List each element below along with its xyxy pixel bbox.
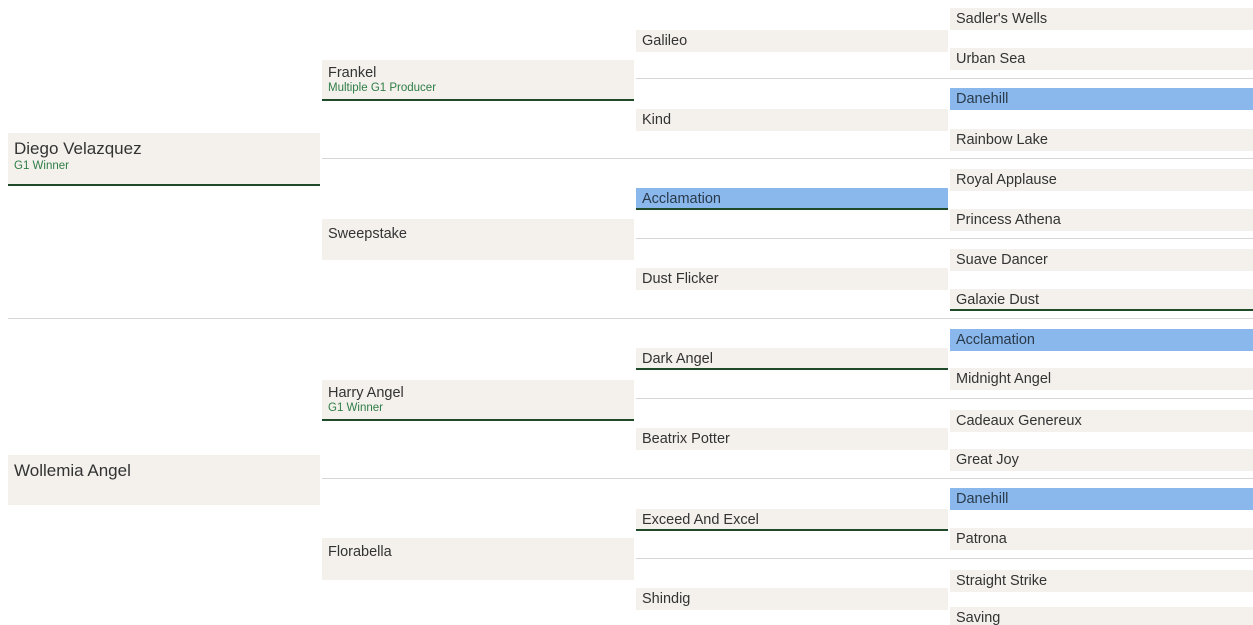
horse-name: Diego Velazquez [14,139,142,158]
horse-name: Acclamation [956,332,1035,348]
pedigree-horse-gen4[interactable]: Royal Applause [950,169,1253,191]
horse-name: Exceed And Excel [642,512,759,528]
pedigree-horse-gen3[interactable]: Acclamation [636,188,948,210]
pedigree-horse-gen2[interactable]: Harry Angel G1 Winner [322,380,634,421]
horse-name: Royal Applause [956,172,1057,188]
pedigree-horse-gen4[interactable]: Cadeaux Genereux [950,410,1253,432]
horse-name: Suave Dancer [956,252,1048,268]
separator [636,78,1253,79]
pedigree-horse-gen4[interactable]: Danehill [950,88,1253,110]
horse-note: Multiple G1 Producer [328,82,437,94]
horse-name: Galaxie Dust [956,292,1040,308]
pedigree-horse-gen4[interactable]: Saving [950,607,1253,625]
separator [636,558,1253,559]
pedigree-horse-gen4[interactable]: Danehill [950,488,1253,510]
pedigree-horse-gen1-dam[interactable]: Wollemia Angel [8,455,320,505]
horse-name: Urban Sea [956,51,1026,67]
horse-name: Great Joy [956,452,1019,468]
horse-name: Rainbow Lake [956,132,1048,148]
pedigree-horse-gen3[interactable]: Shindig [636,588,948,610]
pedigree-horse-gen2[interactable]: Frankel Multiple G1 Producer [322,60,634,101]
horse-name: Acclamation [642,191,721,207]
horse-name: Saving [956,610,1001,625]
pedigree-horse-gen3[interactable]: Exceed And Excel [636,509,948,531]
pedigree-horse-gen3[interactable]: Galileo [636,30,948,52]
horse-note: G1 Winner [14,160,69,172]
pedigree-horse-gen4[interactable]: Acclamation [950,329,1253,351]
pedigree-horse-gen4[interactable]: Princess Athena [950,209,1253,231]
separator [322,478,1253,479]
horse-name: Dark Angel [642,351,713,367]
horse-name: Straight Strike [956,573,1048,589]
pedigree-horse-gen3[interactable]: Dust Flicker [636,268,948,290]
pedigree-horse-gen4[interactable]: Great Joy [950,449,1253,471]
horse-name: Danehill [956,91,1009,107]
horse-name: Sadler's Wells [956,11,1048,27]
separator [636,238,1253,239]
pedigree-horse-gen4[interactable]: Rainbow Lake [950,129,1253,151]
pedigree-horse-gen4[interactable]: Straight Strike [950,570,1253,592]
horse-note: G1 Winner [328,402,383,414]
horse-name: Cadeaux Genereux [956,413,1082,429]
horse-name: Shindig [642,591,691,607]
pedigree-horse-gen4[interactable]: Midnight Angel [950,368,1253,390]
pedigree-horse-gen2[interactable]: Florabella [322,538,634,580]
separator [8,318,1253,319]
horse-name: Princess Athena [956,212,1061,228]
horse-name: Florabella [328,544,392,560]
pedigree-horse-gen2[interactable]: Sweepstake [322,219,634,260]
pedigree-horse-gen3[interactable]: Kind [636,109,948,131]
horse-name: Patrona [956,531,1007,547]
horse-name: Midnight Angel [956,371,1052,387]
horse-name: Harry Angel [328,385,404,401]
pedigree-horse-gen3[interactable]: Dark Angel [636,348,948,370]
pedigree-horse-gen3[interactable]: Beatrix Potter [636,428,948,450]
horse-name: Galileo [642,33,688,49]
pedigree-horse-gen4[interactable]: Urban Sea [950,48,1253,70]
separator [636,398,1253,399]
horse-name: Sweepstake [328,226,407,242]
pedigree-horse-gen4[interactable]: Suave Dancer [950,249,1253,271]
horse-name: Kind [642,112,672,128]
horse-name: Beatrix Potter [642,431,730,447]
pedigree-horse-gen4[interactable]: Sadler's Wells [950,8,1253,30]
horse-name: Frankel [328,65,377,81]
horse-name: Dust Flicker [642,271,719,287]
horse-name: Wollemia Angel [14,461,131,480]
pedigree-horse-gen4[interactable]: Patrona [950,528,1253,550]
pedigree-horse-gen1-sire[interactable]: Diego Velazquez G1 Winner [8,133,320,186]
horse-name: Danehill [956,491,1009,507]
separator [322,158,1253,159]
pedigree-horse-gen4[interactable]: Galaxie Dust [950,289,1253,311]
